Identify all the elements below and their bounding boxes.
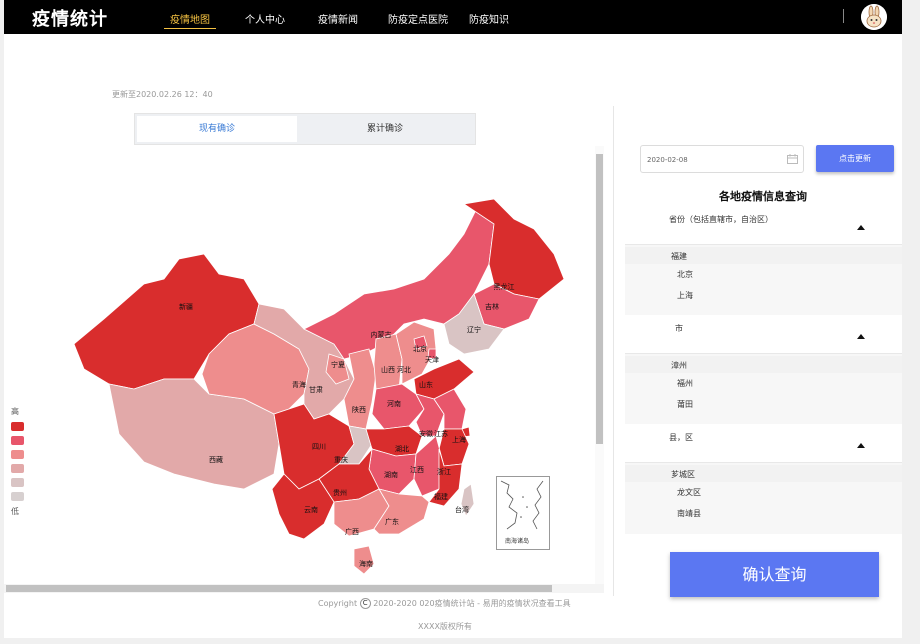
province-label: 甘肃 — [309, 385, 323, 394]
footer-copyright: Copyright C 2020-2020 020疫情统计站 - 易用的疫情状况… — [318, 598, 571, 609]
caret-up-icon[interactable] — [857, 334, 865, 339]
confirm-query-button[interactable]: 确认查询 — [670, 552, 879, 597]
scrollbar-thumb[interactable] — [6, 585, 552, 592]
province-label: 重庆 — [334, 455, 348, 464]
province-label: 河北 — [397, 366, 411, 374]
province-label: 青海 — [292, 380, 306, 389]
footer-copyright-prefix: Copyright — [318, 599, 358, 608]
legend-swatch — [11, 492, 24, 501]
tab-cumulative-confirmed[interactable]: 累计确诊 — [305, 114, 465, 144]
legend-swatch — [11, 450, 24, 459]
province-label: 上海 — [452, 435, 466, 444]
province-label: 广东 — [385, 517, 399, 526]
refresh-button[interactable]: 点击更新 — [816, 145, 894, 172]
province-label: 山西 — [381, 365, 395, 374]
province-label: 四川 — [312, 443, 326, 451]
panel-divider — [613, 106, 614, 596]
province-label: 安徽 — [419, 429, 433, 438]
province-label: 湖北 — [395, 444, 409, 453]
footer-rights: XXXX版权所有 — [418, 622, 472, 631]
province-label: 内蒙古 — [371, 330, 392, 339]
city-select[interactable]: 市 — [625, 315, 902, 353]
province-label: 台湾 — [455, 505, 469, 514]
main-content: 更新至2020.02.26 12：40 现有确诊 累计确诊 新疆西藏 青海 甘肃 内蒙… — [4, 34, 902, 638]
city-select-label: 市 — [675, 324, 683, 333]
province-selected-option[interactable]: 福建 — [625, 247, 902, 264]
brand-title: 疫情统计 — [32, 9, 108, 30]
nav-item-epidemic-map[interactable]: 疫情地图 — [164, 11, 216, 29]
legend-swatch — [11, 478, 24, 487]
province-label: 云南 — [304, 505, 318, 514]
province-label: 湖南 — [384, 470, 398, 479]
province-select[interactable]: 省份（包括直辖市，自治区） — [625, 206, 902, 244]
province-label: 黑龙江 — [494, 282, 515, 291]
county-selected-text: 芗城区 — [671, 470, 695, 479]
province-region[interactable] — [343, 348, 377, 430]
footer-copyright-text: 2020-2020 020疫情统计站 - 易用的疫情状况查看工具 — [373, 599, 571, 608]
county-select[interactable]: 县，区 — [625, 424, 902, 462]
province-selected-text: 福建 — [671, 252, 687, 261]
city-selected-text: 漳州 — [671, 361, 687, 370]
date-input-value: 2020-02-08 — [647, 156, 688, 164]
province-label: 福建 — [434, 492, 448, 501]
province-label: 北京 — [413, 344, 427, 353]
nav-item-epidemic-news[interactable]: 疫情新闻 — [318, 11, 358, 26]
map-legend: 高 低 — [11, 406, 27, 517]
city-option[interactable]: 莆田 — [677, 399, 693, 410]
province-label: 陕西 — [352, 405, 366, 414]
south-china-sea-label: 南海诸岛 — [505, 538, 530, 545]
rabbit-avatar-icon[interactable] — [861, 4, 887, 30]
province-label: 浙江 — [437, 467, 451, 476]
province-label: 河南 — [387, 399, 401, 408]
province-label: 山东 — [419, 380, 433, 389]
county-option[interactable]: 南靖县 — [677, 508, 701, 519]
county-option[interactable]: 龙文区 — [677, 487, 701, 498]
header-divider — [843, 9, 844, 23]
province-label: 吉林 — [485, 302, 499, 311]
province-label: 江西 — [410, 466, 424, 474]
map-horizontal-scrollbar[interactable] — [4, 584, 604, 593]
calendar-icon[interactable] — [787, 154, 798, 164]
map-vertical-scrollbar[interactable] — [595, 146, 604, 590]
scrollbar-thumb[interactable] — [596, 154, 603, 444]
map-tabs: 现有确诊 累计确诊 — [134, 113, 476, 145]
county-selected-option[interactable]: 芗城区 — [625, 465, 902, 482]
legend-swatch — [11, 436, 24, 445]
south-china-sea-inset: 南海诸岛 — [496, 476, 550, 550]
province-label: 海南 — [359, 559, 373, 568]
copyright-icon: C — [359, 598, 371, 609]
legend-high-label: 高 — [11, 407, 19, 416]
province-label: 江苏 — [434, 429, 448, 438]
query-title: 各地疫情信息查询 — [719, 190, 807, 203]
nav-item-prevention-knowledge[interactable]: 防疫知识 — [469, 11, 509, 26]
county-select-label: 县，区 — [669, 433, 693, 442]
region-query-panel: 省份（包括直辖市，自治区） 福建 北京 上海 市 漳州 福州 莆田 县，区 芗城… — [625, 206, 902, 534]
city-selected-option[interactable]: 漳州 — [625, 356, 902, 373]
city-option[interactable]: 福州 — [677, 378, 693, 389]
legend-swatch — [11, 422, 24, 431]
tab-current-confirmed[interactable]: 现有确诊 — [137, 116, 297, 142]
province-label: 宁夏 — [331, 360, 345, 369]
province-option[interactable]: 北京 — [677, 269, 693, 280]
caret-up-icon[interactable] — [857, 225, 865, 230]
province-option[interactable]: 上海 — [677, 290, 693, 301]
province-label: 辽宁 — [467, 325, 481, 334]
date-input[interactable]: 2020-02-08 — [640, 145, 804, 173]
nav-item-designated-hospitals[interactable]: 防疫定点医院 — [388, 11, 448, 26]
legend-swatch — [11, 464, 24, 473]
caret-up-icon[interactable] — [857, 443, 865, 448]
province-label: 天津 — [425, 356, 439, 364]
province-label: 广西 — [345, 527, 359, 536]
top-navigation-bar: 疫情统计 疫情地图 个人中心 疫情新闻 防疫定点医院 防疫知识 — [4, 0, 902, 34]
province-select-label: 省份（包括直辖市，自治区） — [669, 215, 773, 224]
legend-low-label: 低 — [11, 507, 19, 516]
update-time-label: 更新至2020.02.26 12：40 — [112, 90, 213, 99]
china-map: 新疆西藏 青海 甘肃 内蒙古 黑龙江吉林辽宁宁夏陕西 山西 河北 北京天津山东河南四川 重庆 湖北… — [4, 144, 604, 604]
province-label: 西藏 — [209, 455, 223, 464]
nav-item-personal-center[interactable]: 个人中心 — [245, 11, 285, 26]
province-label: 新疆 — [179, 302, 193, 311]
province-label: 贵州 — [333, 488, 347, 497]
